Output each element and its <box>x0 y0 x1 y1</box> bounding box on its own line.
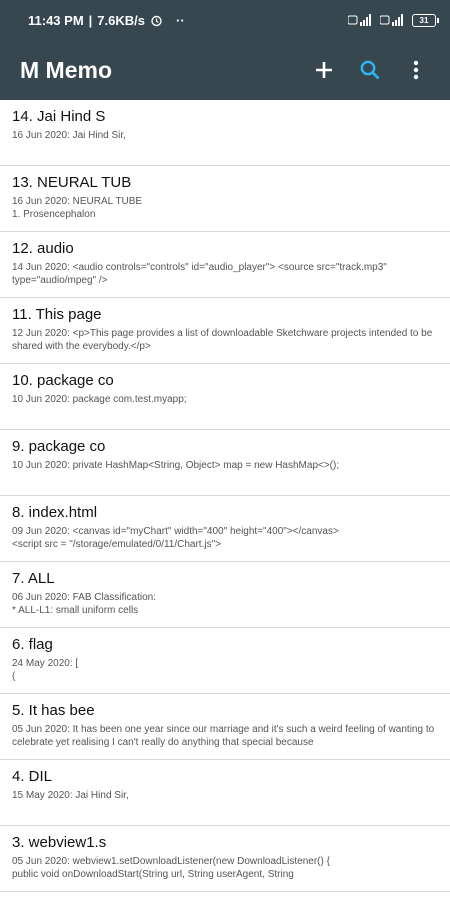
note-list-item[interactable]: 10. package co 10 Jun 2020: package com.t… <box>0 364 450 430</box>
status-time: 11:43 PM <box>28 12 84 28</box>
sim1-signal-icon <box>348 14 371 26</box>
note-preview: 16 Jun 2020: Jai Hind Sir, <box>12 130 126 141</box>
note-title: 5. It has bee <box>12 702 95 719</box>
note-title: 12. audio <box>12 240 74 257</box>
note-list-item[interactable]: 7. ALL 06 Jun 2020: FAB Classification: *… <box>0 562 450 628</box>
note-title: 7. ALL <box>12 570 55 587</box>
status-network-speed: 7.6KB/s <box>97 12 145 28</box>
app-title: M Memo <box>20 56 112 83</box>
note-title: 11. This page <box>12 306 102 323</box>
app-bar: M Memo <box>0 40 450 100</box>
more-vert-icon <box>413 60 419 80</box>
note-preview: 06 Jun 2020: FAB Classification: * ALL-L… <box>12 592 156 616</box>
alarm-icon <box>151 15 162 26</box>
note-title: 9. package co <box>12 438 106 455</box>
notes-list[interactable]: 14. Jai Hind S 16 Jun 2020: Jai Hind Sir,… <box>0 100 450 900</box>
note-preview: 12 Jun 2020: <p>This page provides a lis… <box>12 328 436 352</box>
add-button[interactable] <box>304 50 344 90</box>
note-list-item[interactable]: 14. Jai Hind S 16 Jun 2020: Jai Hind Sir, <box>0 100 450 166</box>
note-list-item[interactable]: 6. flag 24 May 2020: [ ( <box>0 628 450 694</box>
note-preview: 15 May 2020: Jai Hind Sir, <box>12 790 129 801</box>
sim2-signal-icon <box>380 14 403 26</box>
note-title: 8. index.html <box>12 504 98 521</box>
battery-icon: 31 <box>412 13 439 27</box>
note-title: 6. flag <box>12 636 53 653</box>
add-icon <box>316 62 332 78</box>
note-preview: 09 Jun 2020: <canvas id="myChart" width=… <box>12 526 339 550</box>
note-title: 14. Jai Hind S <box>12 108 106 125</box>
note-list-item[interactable]: 4. DIL 15 May 2020: Jai Hind Sir, <box>0 760 450 826</box>
note-preview: 16 Jun 2020: NEURAL TUBE 1. Prosencephal… <box>12 196 143 220</box>
note-list-item[interactable]: 3. webview1.s 05 Jun 2020: webview1.setDo… <box>0 826 450 892</box>
status-bar: 11:43 PM | 7.6KB/s ·· 31 <box>0 0 450 40</box>
note-preview: 05 Jun 2020: webview1.setDownloadListene… <box>12 856 330 880</box>
note-list-item[interactable]: 9. package co 10 Jun 2020: private HashMa… <box>0 430 450 496</box>
overflow-menu-button[interactable] <box>396 50 436 90</box>
note-title: 3. webview1.s <box>12 834 107 851</box>
search-button[interactable] <box>350 50 390 90</box>
note-title: 4. DIL <box>12 768 53 785</box>
search-icon <box>360 60 380 80</box>
note-preview: 10 Jun 2020: private HashMap<String, Obj… <box>12 460 340 471</box>
note-list-item[interactable]: 5. It has bee 05 Jun 2020: It has been on… <box>0 694 450 760</box>
note-preview: 14 Jun 2020: <audio controls="controls" … <box>12 262 390 286</box>
note-title: 13. NEURAL TUB <box>12 174 132 191</box>
note-list-item[interactable]: 12. audio 14 Jun 2020: <audio controls="c… <box>0 232 450 298</box>
note-list-item[interactable]: 13. NEURAL TUB 16 Jun 2020: NEURAL TUBE 1… <box>0 166 450 232</box>
note-list-item[interactable]: 8. index.html 09 Jun 2020: <canvas id="my… <box>0 496 450 562</box>
note-preview: 10 Jun 2020: package com.test.myapp; <box>12 394 187 405</box>
note-preview: 05 Jun 2020: It has been one year since … <box>12 724 435 748</box>
more-notifications-icon: ·· <box>176 12 185 28</box>
note-preview: 24 May 2020: [ ( <box>12 658 79 682</box>
note-list-item[interactable]: 11. This page 12 Jun 2020: <p>This page p… <box>0 298 450 364</box>
note-title: 10. package co <box>12 372 114 389</box>
